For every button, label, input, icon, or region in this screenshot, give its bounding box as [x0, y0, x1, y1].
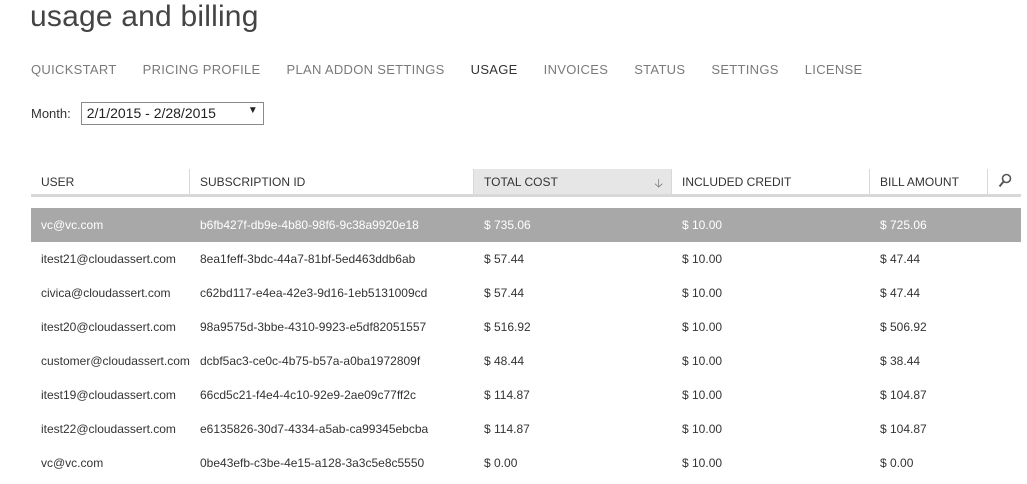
cell-total-cost: $ 0.00	[484, 456, 518, 470]
tab-status[interactable]: STATUS	[634, 62, 685, 77]
table-row[interactable]: vc@vc.com b6fb427f-db9e-4b80-98f6-9c38a9…	[31, 208, 1021, 242]
tab-plan-addon-settings[interactable]: PLAN ADDON SETTINGS	[287, 62, 445, 77]
cell-user: vc@vc.com	[41, 456, 104, 470]
month-select[interactable]: 2/1/2015 - 2/28/2015 ▼	[80, 102, 264, 125]
column-header-included-credit[interactable]: INCLUDED CREDIT	[672, 169, 870, 194]
cell-included-credit: $ 10.00	[682, 388, 723, 402]
table-row[interactable]: customer@cloudassert.com dcbf5ac3-ce0c-4…	[31, 344, 1021, 378]
table-row[interactable]: civica@cloudassert.com c62bd117-e4ea-42e…	[31, 276, 1021, 310]
cell-bill-amount: $ 47.44	[880, 252, 921, 266]
search-icon	[998, 173, 1012, 188]
cell-user: itest19@cloudassert.com	[41, 388, 176, 402]
cell-total-cost: $ 516.92	[484, 320, 531, 334]
grid-header: USER SUBSCRIPTION ID TOTAL COST 🡣 INCLUD…	[31, 169, 1021, 197]
column-header-user[interactable]: USER	[31, 169, 190, 194]
tab-settings[interactable]: SETTINGS	[711, 62, 778, 77]
cell-bill-amount: $ 38.44	[880, 354, 921, 368]
column-header-subscription-id[interactable]: SUBSCRIPTION ID	[190, 169, 474, 194]
cell-subscription-id: 66cd5c21-f4e4-4c10-92e9-2ae09c77ff2c	[200, 388, 416, 402]
cell-subscription-id: e6135826-30d7-4334-a5ab-ca99345ebcba	[200, 422, 429, 436]
cell-included-credit: $ 10.00	[682, 354, 723, 368]
column-header-total-cost-label: TOTAL COST	[484, 175, 558, 189]
cell-subscription-id: 98a9575d-3bbe-4310-9923-e5df82051557	[200, 320, 427, 334]
cell-included-credit: $ 10.00	[682, 286, 723, 300]
dropdown-caret-icon: ▼	[247, 105, 258, 116]
search-button[interactable]	[988, 169, 1021, 194]
sort-down-arrow-icon: 🡣	[654, 176, 663, 190]
column-header-bill-amount[interactable]: BILL AMOUNT	[870, 169, 988, 194]
cell-bill-amount: $ 506.92	[880, 320, 927, 334]
table-row[interactable]: vc@vc.com 0be43efb-c3be-4e15-a128-3a3c5e…	[31, 446, 1021, 480]
tab-pricing-profile[interactable]: PRICING PROFILE	[143, 62, 261, 77]
cell-total-cost: $ 114.87	[484, 388, 530, 402]
cell-subscription-id: dcbf5ac3-ce0c-4b75-b57a-a0ba1972809f	[200, 354, 421, 368]
usage-grid: USER SUBSCRIPTION ID TOTAL COST 🡣 INCLUD…	[31, 169, 1021, 480]
cell-user: itest20@cloudassert.com	[41, 320, 176, 334]
cell-bill-amount: $ 0.00	[880, 456, 914, 470]
cell-bill-amount: $ 725.06	[880, 218, 927, 232]
cell-subscription-id: 0be43efb-c3be-4e15-a128-3a3c5e8c5550	[200, 456, 425, 470]
tab-usage[interactable]: USAGE	[471, 62, 518, 77]
cell-total-cost: $ 114.87	[484, 422, 530, 436]
column-header-total-cost[interactable]: TOTAL COST 🡣	[474, 169, 672, 194]
table-row[interactable]: itest21@cloudassert.com 8ea1feff-3bdc-44…	[31, 242, 1021, 276]
cell-included-credit: $ 10.00	[682, 456, 723, 470]
cell-subscription-id: b6fb427f-db9e-4b80-98f6-9c38a9920e18	[200, 218, 419, 232]
tab-invoices[interactable]: INVOICES	[544, 62, 609, 77]
cell-bill-amount: $ 104.87	[880, 422, 927, 436]
cell-total-cost: $ 57.44	[484, 286, 525, 300]
tab-quickstart[interactable]: QUICKSTART	[31, 62, 117, 77]
grid-body: vc@vc.com b6fb427f-db9e-4b80-98f6-9c38a9…	[31, 208, 1021, 480]
cell-bill-amount: $ 47.44	[880, 286, 921, 300]
cell-included-credit: $ 10.00	[682, 320, 723, 334]
cell-total-cost: $ 57.44	[484, 252, 525, 266]
month-select-value: 2/1/2015 - 2/28/2015	[86, 105, 216, 121]
table-row[interactable]: itest19@cloudassert.com 66cd5c21-f4e4-4c…	[31, 378, 1021, 412]
cell-user: civica@cloudassert.com	[41, 286, 171, 300]
page-title: usage and billing	[30, 0, 259, 33]
cell-subscription-id: c62bd117-e4ea-42e3-9d16-1eb5131009cd	[200, 286, 428, 300]
tab-bar: QUICKSTART PRICING PROFILE PLAN ADDON SE…	[31, 62, 888, 77]
cell-total-cost: $ 48.44	[484, 354, 525, 368]
cell-included-credit: $ 10.00	[682, 218, 723, 232]
cell-user: itest22@cloudassert.com	[41, 422, 176, 436]
table-row[interactable]: itest22@cloudassert.com e6135826-30d7-43…	[31, 412, 1021, 446]
cell-user: customer@cloudassert.com	[41, 354, 190, 368]
month-label: Month:	[31, 106, 71, 121]
cell-total-cost: $ 735.06	[484, 218, 531, 232]
tab-license[interactable]: LICENSE	[805, 62, 863, 77]
month-filter: Month: 2/1/2015 - 2/28/2015 ▼	[31, 102, 264, 125]
cell-user: itest21@cloudassert.com	[41, 252, 176, 266]
cell-bill-amount: $ 104.87	[880, 388, 927, 402]
cell-user: vc@vc.com	[41, 218, 104, 232]
cell-included-credit: $ 10.00	[682, 422, 723, 436]
table-row[interactable]: itest20@cloudassert.com 98a9575d-3bbe-43…	[31, 310, 1021, 344]
cell-subscription-id: 8ea1feff-3bdc-44a7-81bf-5ed463ddb6ab	[200, 252, 416, 266]
cell-included-credit: $ 10.00	[682, 252, 723, 266]
